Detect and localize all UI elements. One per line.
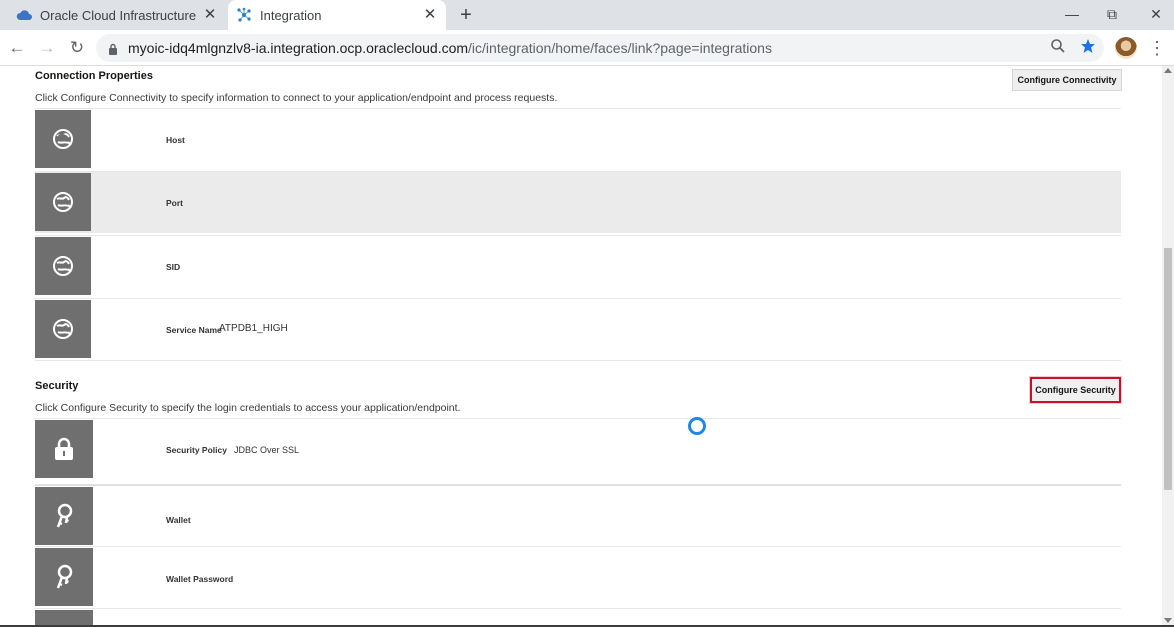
security-title: Security — [35, 380, 79, 392]
scroll-up-arrow-icon[interactable] — [1164, 68, 1172, 73]
security-description: Click Configure Security to specify the … — [35, 402, 461, 414]
configure-connectivity-button[interactable]: Configure Connectivity — [1012, 69, 1122, 91]
tab-oracle-cloud-infrastructure[interactable]: Oracle Cloud Infrastructure ✕ — [8, 0, 226, 30]
page-content: Connection Properties Configure Connecti… — [0, 66, 1162, 627]
globe-refresh-icon — [35, 173, 91, 231]
key-icon — [35, 487, 93, 545]
globe-refresh-icon — [35, 110, 91, 168]
lock-icon — [35, 420, 93, 478]
row-label: Port — [166, 198, 183, 208]
tab-title: Integration — [260, 7, 322, 23]
minimize-window-button[interactable]: — — [1062, 4, 1082, 24]
row-label: Service Name — [166, 325, 222, 335]
back-arrow-icon[interactable]: ← — [6, 37, 28, 59]
scroll-down-arrow-icon[interactable] — [1164, 618, 1172, 623]
close-window-button[interactable]: ✕ — [1146, 4, 1166, 24]
globe-refresh-icon — [35, 237, 91, 295]
connection-properties-description: Click Configure Connectivity to specify … — [35, 92, 558, 104]
restore-window-button[interactable]: ⧉ — [1102, 4, 1122, 24]
url-text: myoic-idq4mlgnzlv8-ia.integration.ocp.or… — [128, 40, 772, 56]
bookmark-star-icon[interactable] — [1078, 38, 1098, 58]
connection-row-sid: SID — [35, 235, 1121, 297]
address-bar[interactable]: myoic-idq4mlgnzlv8-ia.integration.ocp.or… — [96, 34, 1104, 62]
scrollbar-thumb[interactable] — [1164, 248, 1172, 490]
browser-toolbar: ← → ↻ myoic-idq4mlgnzlv8-ia.integration.… — [0, 30, 1174, 66]
zoom-search-icon[interactable] — [1048, 38, 1068, 58]
connection-row-host: Host — [35, 108, 1121, 170]
profile-avatar[interactable] — [1115, 37, 1137, 59]
url-host: myoic-idq4mlgnzlv8-ia.integration.ocp.or… — [128, 40, 469, 56]
configure-security-button[interactable]: Configure Security — [1030, 377, 1121, 403]
page-scrollbar[interactable] — [1162, 66, 1174, 627]
new-tab-button[interactable]: + — [456, 5, 476, 25]
key-icon — [35, 548, 93, 606]
url-path: /ic/integration/home/faces/link?page=int… — [468, 40, 772, 56]
connection-properties-title: Connection Properties — [35, 70, 153, 82]
browser-tab-strip: Oracle Cloud Infrastructure ✕ Integratio… — [0, 0, 1174, 30]
browser-menu-icon[interactable]: ⋮ — [1148, 37, 1166, 59]
row-value: JDBC Over SSL — [234, 445, 300, 455]
tab-integration[interactable]: Integration ✕ — [228, 0, 446, 30]
connection-row-service-name: Service Name ATPDB1_HIGH — [35, 298, 1121, 360]
loading-spinner — [688, 417, 706, 435]
section-divider — [35, 360, 1121, 361]
close-tab-icon[interactable]: ✕ — [202, 7, 218, 23]
tab-title: Oracle Cloud Infrastructure — [40, 7, 197, 23]
row-label: SID — [166, 262, 181, 272]
connection-row-port: Port — [35, 171, 1121, 233]
lock-icon — [108, 42, 118, 55]
close-tab-icon[interactable]: ✕ — [422, 7, 438, 23]
row-label: Security Policy — [166, 445, 227, 455]
row-value: ATPDB1_HIGH — [219, 323, 288, 334]
globe-refresh-icon — [35, 300, 91, 358]
row-label: Wallet — [166, 515, 191, 525]
security-row-wallet-password: Wallet Password — [35, 546, 1121, 608]
row-label: Wallet Password — [166, 574, 234, 584]
integration-icon — [236, 7, 252, 23]
cloud-icon — [16, 7, 32, 23]
forward-arrow-icon[interactable]: → — [36, 37, 58, 59]
security-row-wallet: Wallet — [35, 484, 1121, 546]
security-row-security-policy: Security Policy JDBC Over SSL — [35, 418, 1121, 480]
reload-icon[interactable]: ↻ — [66, 37, 88, 59]
row-label: Host — [166, 135, 185, 145]
